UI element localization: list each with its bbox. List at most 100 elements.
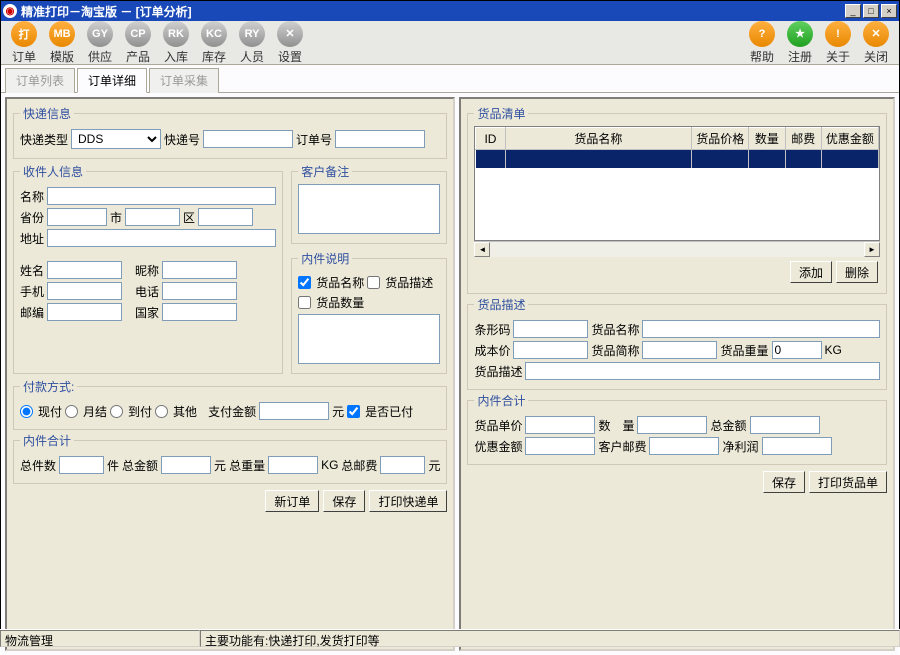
scroll-right-icon[interactable]: ► <box>864 242 880 257</box>
radio-cash[interactable] <box>20 405 33 418</box>
delete-button[interactable]: 删除 <box>836 261 878 283</box>
tool-帮助[interactable]: ?帮助 <box>743 19 781 67</box>
nickname-input[interactable] <box>162 261 237 279</box>
tool-关于[interactable]: !关于 <box>819 19 857 67</box>
chk-product-qty[interactable] <box>298 296 311 309</box>
left-panel: 快递信息 快递类型 DDS 快递号 订单号 收件人信息 名称 省份 市 区 地址 <box>5 97 455 651</box>
province-input[interactable] <box>47 208 107 226</box>
chk-paid[interactable] <box>347 405 360 418</box>
tool-关闭[interactable]: ✕关闭 <box>857 19 895 67</box>
customer-note-text[interactable] <box>298 184 440 234</box>
total-postage-input[interactable] <box>380 456 425 474</box>
col-0[interactable]: ID <box>476 128 505 150</box>
discount-input[interactable] <box>525 437 595 455</box>
tool-注册[interactable]: ★注册 <box>781 19 819 67</box>
table-row[interactable] <box>476 150 879 168</box>
product-table-wrap[interactable]: ID货品名称货品价格数量邮费优惠金额 <box>474 126 880 241</box>
pay-amount-input[interactable] <box>259 402 329 420</box>
col-4[interactable]: 邮费 <box>785 128 821 150</box>
left-totals-group: 内件合计 总件数件 总金额元 总重量KG 总邮费元 <box>13 432 447 484</box>
col-3[interactable]: 数量 <box>749 128 785 150</box>
print-express-button[interactable]: 打印快递单 <box>369 490 447 512</box>
tool-label: 关于 <box>826 48 850 65</box>
express-type-select[interactable]: DDS <box>71 129 161 149</box>
tool-产品[interactable]: CP产品 <box>119 19 157 67</box>
tool-icon: RY <box>239 21 265 47</box>
add-button[interactable]: 添加 <box>790 261 832 283</box>
total-amount-input[interactable] <box>161 456 211 474</box>
tool-库存[interactable]: KC库存 <box>195 19 233 67</box>
new-order-button[interactable]: 新订单 <box>265 490 319 512</box>
lbl-pq: 货品数量 <box>316 294 364 311</box>
tool-模版[interactable]: MB模版 <box>43 19 81 67</box>
address-input[interactable] <box>47 229 276 247</box>
lbl-name: 名称 <box>20 188 44 205</box>
maximize-button[interactable]: □ <box>863 4 879 18</box>
profit-input[interactable] <box>762 437 832 455</box>
col-5[interactable]: 优惠金额 <box>821 128 878 150</box>
h-scrollbar[interactable]: ◄ ► <box>474 241 880 257</box>
tool-icon: GY <box>87 21 113 47</box>
tool-label: 产品 <box>126 48 150 65</box>
chk-product-desc[interactable] <box>367 276 380 289</box>
scroll-left-icon[interactable]: ◄ <box>474 242 490 257</box>
weight-input[interactable] <box>772 341 822 359</box>
tool-入库[interactable]: RK入库 <box>157 19 195 67</box>
product-desc-input[interactable] <box>525 362 880 380</box>
tool-icon: 打 <box>11 21 37 47</box>
lbl-cpost: 客户邮费 <box>598 438 646 455</box>
tool-订单[interactable]: 打订单 <box>5 19 43 67</box>
short-input[interactable] <box>642 341 717 359</box>
barcode-input[interactable] <box>513 320 588 338</box>
inner-legend: 内件说明 <box>298 250 352 267</box>
tool-人员[interactable]: RY人员 <box>233 19 271 67</box>
product-table: ID货品名称货品价格数量邮费优惠金额 <box>475 127 879 168</box>
cost-input[interactable] <box>513 341 588 359</box>
radio-monthly[interactable] <box>65 405 78 418</box>
unit-price-input[interactable] <box>525 416 595 434</box>
mobile-input[interactable] <box>47 282 122 300</box>
toolbar: 打订单MB模版GY供应CP产品RK入库KC库存RY人员✕设置?帮助★注册!关于✕… <box>1 21 899 65</box>
close-button[interactable]: × <box>881 4 897 18</box>
tool-供应[interactable]: GY供应 <box>81 19 119 67</box>
print-product-button[interactable]: 打印货品单 <box>809 471 887 493</box>
zip-input[interactable] <box>47 303 122 321</box>
col-2[interactable]: 货品价格 <box>692 128 749 150</box>
save-product-button[interactable]: 保存 <box>763 471 805 493</box>
tool-label: 设置 <box>278 48 302 65</box>
lbl-dd: 货品描述 <box>474 363 522 380</box>
product-name-input[interactable] <box>642 320 880 338</box>
total-input[interactable] <box>750 416 820 434</box>
tool-设置[interactable]: ✕设置 <box>271 19 309 67</box>
country-input[interactable] <box>162 303 237 321</box>
district-input[interactable] <box>198 208 253 226</box>
phone-input[interactable] <box>162 282 237 300</box>
chk-product-name[interactable] <box>298 276 311 289</box>
lbl-wt: 货品重量 <box>720 342 768 359</box>
save-button[interactable]: 保存 <box>323 490 365 512</box>
tab-1[interactable]: 订单详细 <box>77 68 147 93</box>
qty-input[interactable] <box>637 416 707 434</box>
radio-cod[interactable] <box>110 405 123 418</box>
tab-0[interactable]: 订单列表 <box>5 68 75 93</box>
inner-desc-text[interactable] <box>298 314 440 364</box>
minimize-button[interactable]: _ <box>845 4 861 18</box>
name-input[interactable] <box>47 187 276 205</box>
radio-other[interactable] <box>155 405 168 418</box>
lbl-qty: 数 量 <box>598 417 634 434</box>
lbl-month: 月结 <box>83 403 107 420</box>
col-1[interactable]: 货品名称 <box>505 128 692 150</box>
cust-postage-input[interactable] <box>649 437 719 455</box>
tab-2[interactable]: 订单采集 <box>149 68 219 93</box>
city-input[interactable] <box>125 208 180 226</box>
lbl-pd: 货品描述 <box>385 274 433 291</box>
total-weight-input[interactable] <box>268 456 318 474</box>
total-count-input[interactable] <box>59 456 104 474</box>
order-num-input[interactable] <box>335 130 425 148</box>
realname-input[interactable] <box>47 261 122 279</box>
lbl-city: 市 <box>110 209 122 226</box>
recipient-legend: 收件人信息 <box>20 163 86 180</box>
tool-label: 人员 <box>240 48 264 65</box>
express-num-input[interactable] <box>203 130 293 148</box>
lbl-cash: 现付 <box>38 403 62 420</box>
